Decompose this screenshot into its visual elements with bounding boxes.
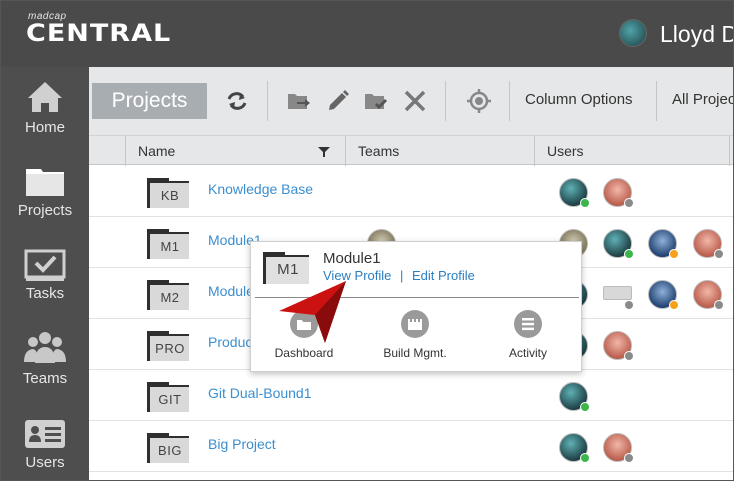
status-away-indicator: [669, 249, 679, 259]
logo[interactable]: CENTRAL: [26, 20, 171, 48]
project-code: M2: [160, 290, 180, 305]
nav-label-users: Users: [25, 454, 65, 471]
user-name[interactable]: Lloyd D: [660, 21, 733, 48]
project-folder-icon: KB: [147, 178, 189, 208]
nav-item-home[interactable]: Home: [1, 75, 89, 155]
build-icon: [401, 310, 429, 338]
teams-icon: [24, 332, 66, 363]
project-name-link[interactable]: Knowledge Base: [208, 181, 313, 197]
folder-icon: [26, 169, 64, 196]
nav-item-teams[interactable]: Teams: [1, 327, 89, 407]
project-code: KB: [160, 188, 180, 203]
toolbar-separator: [445, 81, 446, 121]
column-divider[interactable]: [534, 136, 535, 166]
projects-title-button[interactable]: Projects: [92, 83, 207, 119]
refresh-icon[interactable]: [225, 89, 249, 113]
table-row[interactable]: GIT Git Dual-Bound1: [89, 370, 733, 421]
column-header-users[interactable]: Users: [547, 143, 584, 159]
top-bar: madcap CENTRAL Lloyd D: [1, 1, 733, 67]
table-row[interactable]: KB Knowledge Base: [89, 166, 733, 217]
move-folder-icon[interactable]: [287, 89, 311, 113]
pointer-arrow-icon: [279, 281, 346, 343]
toolbar: Projects Column Options All Projec: [89, 67, 733, 135]
project-code: M1: [160, 239, 180, 254]
project-name-link[interactable]: Product: [208, 334, 256, 350]
project-folder-icon: BIG: [147, 433, 189, 463]
filter-icon[interactable]: [318, 146, 330, 158]
project-folder-icon: GIT: [147, 382, 189, 412]
home-icon: [28, 82, 62, 112]
delete-icon[interactable]: [403, 89, 427, 113]
popup-project-code: M1: [277, 261, 299, 278]
status-offline-indicator: [714, 300, 724, 310]
toolbar-separator: [656, 81, 657, 121]
project-code: PRO: [155, 341, 185, 356]
project-name-link[interactable]: Git Dual-Bound1: [208, 385, 312, 401]
status-offline-indicator: [624, 453, 634, 463]
status-offline-indicator: [624, 300, 634, 310]
tasks-icon: [24, 249, 66, 281]
project-folder-icon: M2: [147, 280, 189, 310]
status-offline-indicator: [624, 351, 634, 361]
nav-item-tasks[interactable]: Tasks: [1, 243, 89, 323]
left-nav: Home Projects Tasks Teams Users: [1, 67, 89, 480]
user-avatar[interactable]: [603, 286, 632, 300]
nav-item-users[interactable]: Users: [1, 411, 89, 480]
status-online-indicator: [580, 453, 590, 463]
status-away-indicator: [669, 300, 679, 310]
column-header-name[interactable]: Name: [138, 143, 175, 159]
build-mgmt-label: Build Mgmt.: [383, 346, 447, 360]
project-folder-icon: M1: [147, 229, 189, 259]
user-avatar[interactable]: [619, 19, 647, 47]
column-header-teams[interactable]: Teams: [358, 143, 399, 159]
app-window: madcap CENTRAL Lloyd D Home Projects Tas…: [0, 0, 734, 481]
edit-profile-link[interactable]: Edit Profile: [412, 268, 475, 283]
link-separator: |: [400, 268, 404, 283]
project-name-link[interactable]: Big Project: [208, 436, 276, 452]
edit-icon[interactable]: [326, 89, 350, 113]
nav-label-projects: Projects: [17, 202, 73, 219]
column-options-button[interactable]: Column Options: [525, 91, 633, 108]
status-offline-indicator: [624, 198, 634, 208]
project-code: GIT: [158, 392, 182, 407]
locate-icon[interactable]: [467, 89, 491, 113]
project-folder-icon: PRO: [147, 331, 189, 361]
status-online-indicator: [580, 402, 590, 412]
activity-label: Activity: [508, 346, 547, 360]
folder-check-icon[interactable]: [364, 89, 388, 113]
toolbar-separator: [267, 81, 268, 121]
users-card-icon: [25, 420, 65, 448]
all-projects-dropdown[interactable]: All Projects: [672, 91, 733, 108]
project-code: BIG: [158, 443, 182, 458]
column-divider[interactable]: [345, 136, 346, 166]
nav-item-projects[interactable]: Projects: [1, 159, 89, 239]
status-offline-indicator: [714, 249, 724, 259]
status-online-indicator: [580, 198, 590, 208]
nav-label-home: Home: [24, 119, 65, 136]
table-row[interactable]: BIG Big Project: [89, 421, 733, 472]
nav-label-teams: Teams: [22, 370, 68, 387]
table-header: Name Teams Users: [89, 135, 733, 166]
column-divider: [125, 136, 126, 166]
popup-title: Module1: [323, 250, 381, 267]
nav-label-tasks: Tasks: [25, 285, 65, 302]
status-online-indicator: [624, 249, 634, 259]
toolbar-separator: [509, 81, 510, 121]
column-divider[interactable]: [729, 136, 730, 166]
activity-icon: [514, 310, 542, 338]
